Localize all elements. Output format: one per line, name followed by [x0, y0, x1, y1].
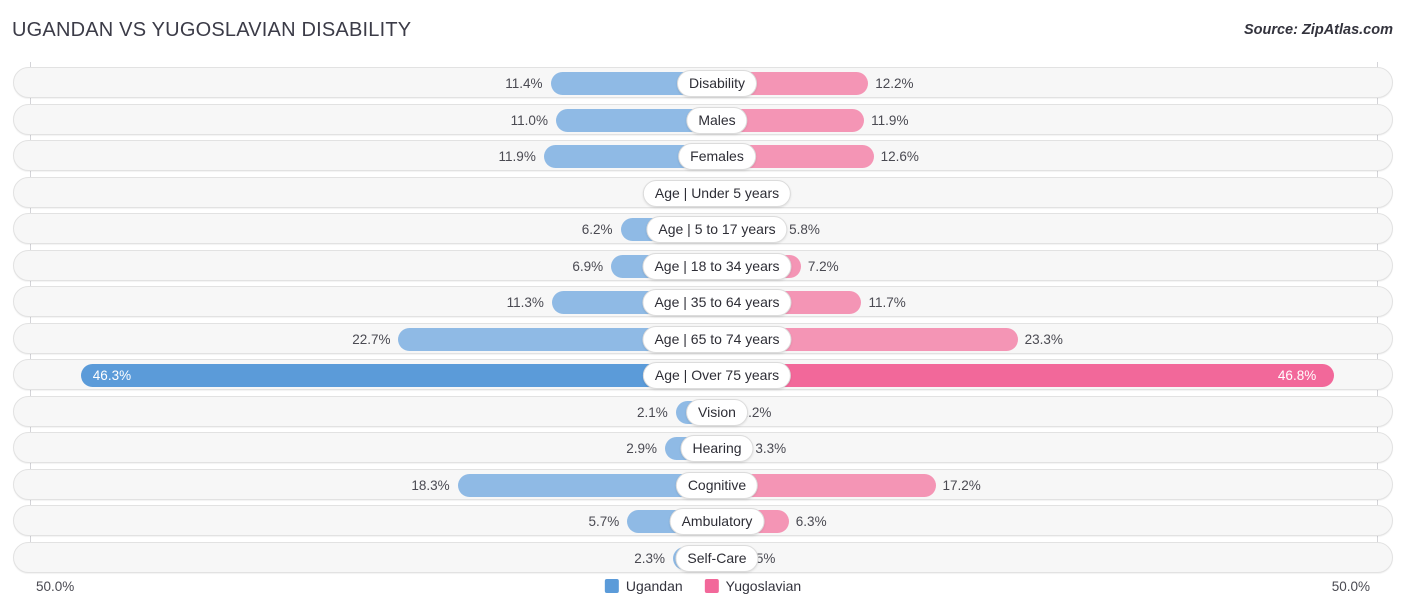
category-label: Self-Care [675, 544, 759, 572]
value-label-ugandan: 6.2% [581, 222, 613, 237]
bar-ugandan [555, 108, 704, 132]
value-label-ugandan: 11.3% [506, 295, 544, 310]
bar-yugoslavian [704, 364, 1334, 387]
page-title: UGANDAN VS YUGOSLAVIAN DISABILITY [12, 19, 412, 41]
table-row[interactable]: 11.4% 12.2% Disability [13, 67, 1393, 98]
table-row[interactable]: 1.1%1.4%Age | Under 5 years [13, 176, 1393, 208]
category-label: Vision [686, 398, 748, 426]
value-label-ugandan: 11.0% [510, 112, 548, 128]
value-label-yugoslavian: 5.8% [789, 222, 820, 237]
table-row[interactable]: 6.9% 7.2% Age | 18 to 34 years [13, 249, 1393, 281]
value-label-yugoslavian: 6.3% [795, 514, 827, 529]
table-row[interactable]: 2.1% 2.2% Vision [13, 395, 1393, 427]
bar-ugandan [457, 473, 704, 497]
value-label-yugoslavian: 11.7% [868, 295, 906, 310]
diverging-bar-plot: 11.4% 12.2% Disability 11.0% 11.9% Males 11.9%… [0, 62, 1406, 574]
value-label-yugoslavian: 12.6% [880, 149, 919, 164]
category-label: Age | 35 to 64 years [642, 289, 792, 316]
table-row[interactable]: 5.7% 6.3% Ambulatory [13, 505, 1393, 536]
value-label-ugandan: 6.9% [572, 258, 604, 274]
category-label: Age | Over 75 years [642, 362, 792, 389]
category-label: Hearing [680, 435, 754, 462]
table-row[interactable]: 18.3% 17.2% Cognitive [13, 468, 1393, 500]
category-label: Females [678, 143, 756, 170]
legend-label: Ugandan [625, 578, 683, 594]
table-row[interactable]: 11.0% 11.9% Males [13, 103, 1393, 135]
value-label-ugandan: 2.9% [626, 441, 657, 456]
value-label-yugoslavian: 3.3% [755, 441, 787, 456]
category-label: Age | 5 to 17 years [646, 216, 788, 243]
category-label: Age | 18 to 34 years [642, 252, 792, 280]
category-label: Ambulatory [669, 508, 765, 535]
source-attribution: Source: ZipAtlas.com [1243, 22, 1393, 38]
table-row[interactable]: 11.3% 11.7% Age | 35 to 64 years [13, 286, 1393, 317]
value-label-yugoslavian: 12.2% [875, 76, 914, 91]
value-label-yugoslavian: 11.9% [871, 112, 909, 128]
value-label-yugoslavian: 7.2% [807, 258, 839, 274]
value-label-yugoslavian: 23.3% [1024, 331, 1063, 347]
category-label: Age | Under 5 years [642, 179, 792, 207]
value-label-ugandan: 2.3% [634, 550, 666, 566]
value-label-yugoslavian: 17.2% [942, 477, 981, 493]
legend-item[interactable]: Ugandan [604, 578, 683, 594]
value-label-ugandan: 22.7% [352, 331, 391, 347]
table-row[interactable]: 22.7% 23.3% Age | 65 to 74 years [13, 322, 1393, 354]
table-row[interactable]: 2.3% 2.5% Self-Care [13, 541, 1393, 573]
table-row[interactable]: 6.2% 5.8% Age | 5 to 17 years [13, 213, 1393, 244]
bar-ugandan [80, 364, 704, 387]
value-label-ugandan: 5.7% [588, 514, 620, 529]
chart-footer: 50.0% 50.0% Ugandan Yugoslavian [0, 576, 1406, 612]
value-label-yugoslavian: 46.8% [1277, 368, 1317, 383]
legend-swatch-icon [704, 579, 719, 593]
table-row[interactable]: 11.9% 12.6% Females [13, 140, 1393, 171]
value-label-ugandan: 11.9% [498, 149, 536, 164]
value-label-ugandan: 18.3% [411, 477, 450, 493]
value-label-ugandan: 11.4% [505, 76, 543, 91]
legend-item[interactable]: Yugoslavian [704, 578, 802, 594]
legend-swatch-icon [604, 579, 619, 593]
category-label: Males [686, 106, 748, 134]
chart-legend: Ugandan Yugoslavian [604, 578, 802, 594]
chart-header: UGANDAN VS YUGOSLAVIAN DISABILITY Source… [0, 0, 1406, 60]
axis-tick-left: 50.0% [36, 579, 75, 594]
table-row[interactable]: 46.3% 46.8% Age | Over 75 years [13, 359, 1393, 390]
legend-label: Yugoslavian [725, 578, 802, 594]
chart-page: UGANDAN VS YUGOSLAVIAN DISABILITY Source… [0, 0, 1406, 612]
table-row[interactable]: 2.9% 3.3% Hearing [13, 432, 1393, 463]
value-label-ugandan: 46.3% [92, 368, 132, 383]
category-label: Age | 65 to 74 years [642, 325, 792, 353]
axis-tick-right: 50.0% [1331, 579, 1370, 594]
category-label: Disability [676, 70, 758, 97]
category-label: Cognitive [675, 471, 759, 499]
value-label-ugandan: 2.1% [636, 404, 668, 420]
